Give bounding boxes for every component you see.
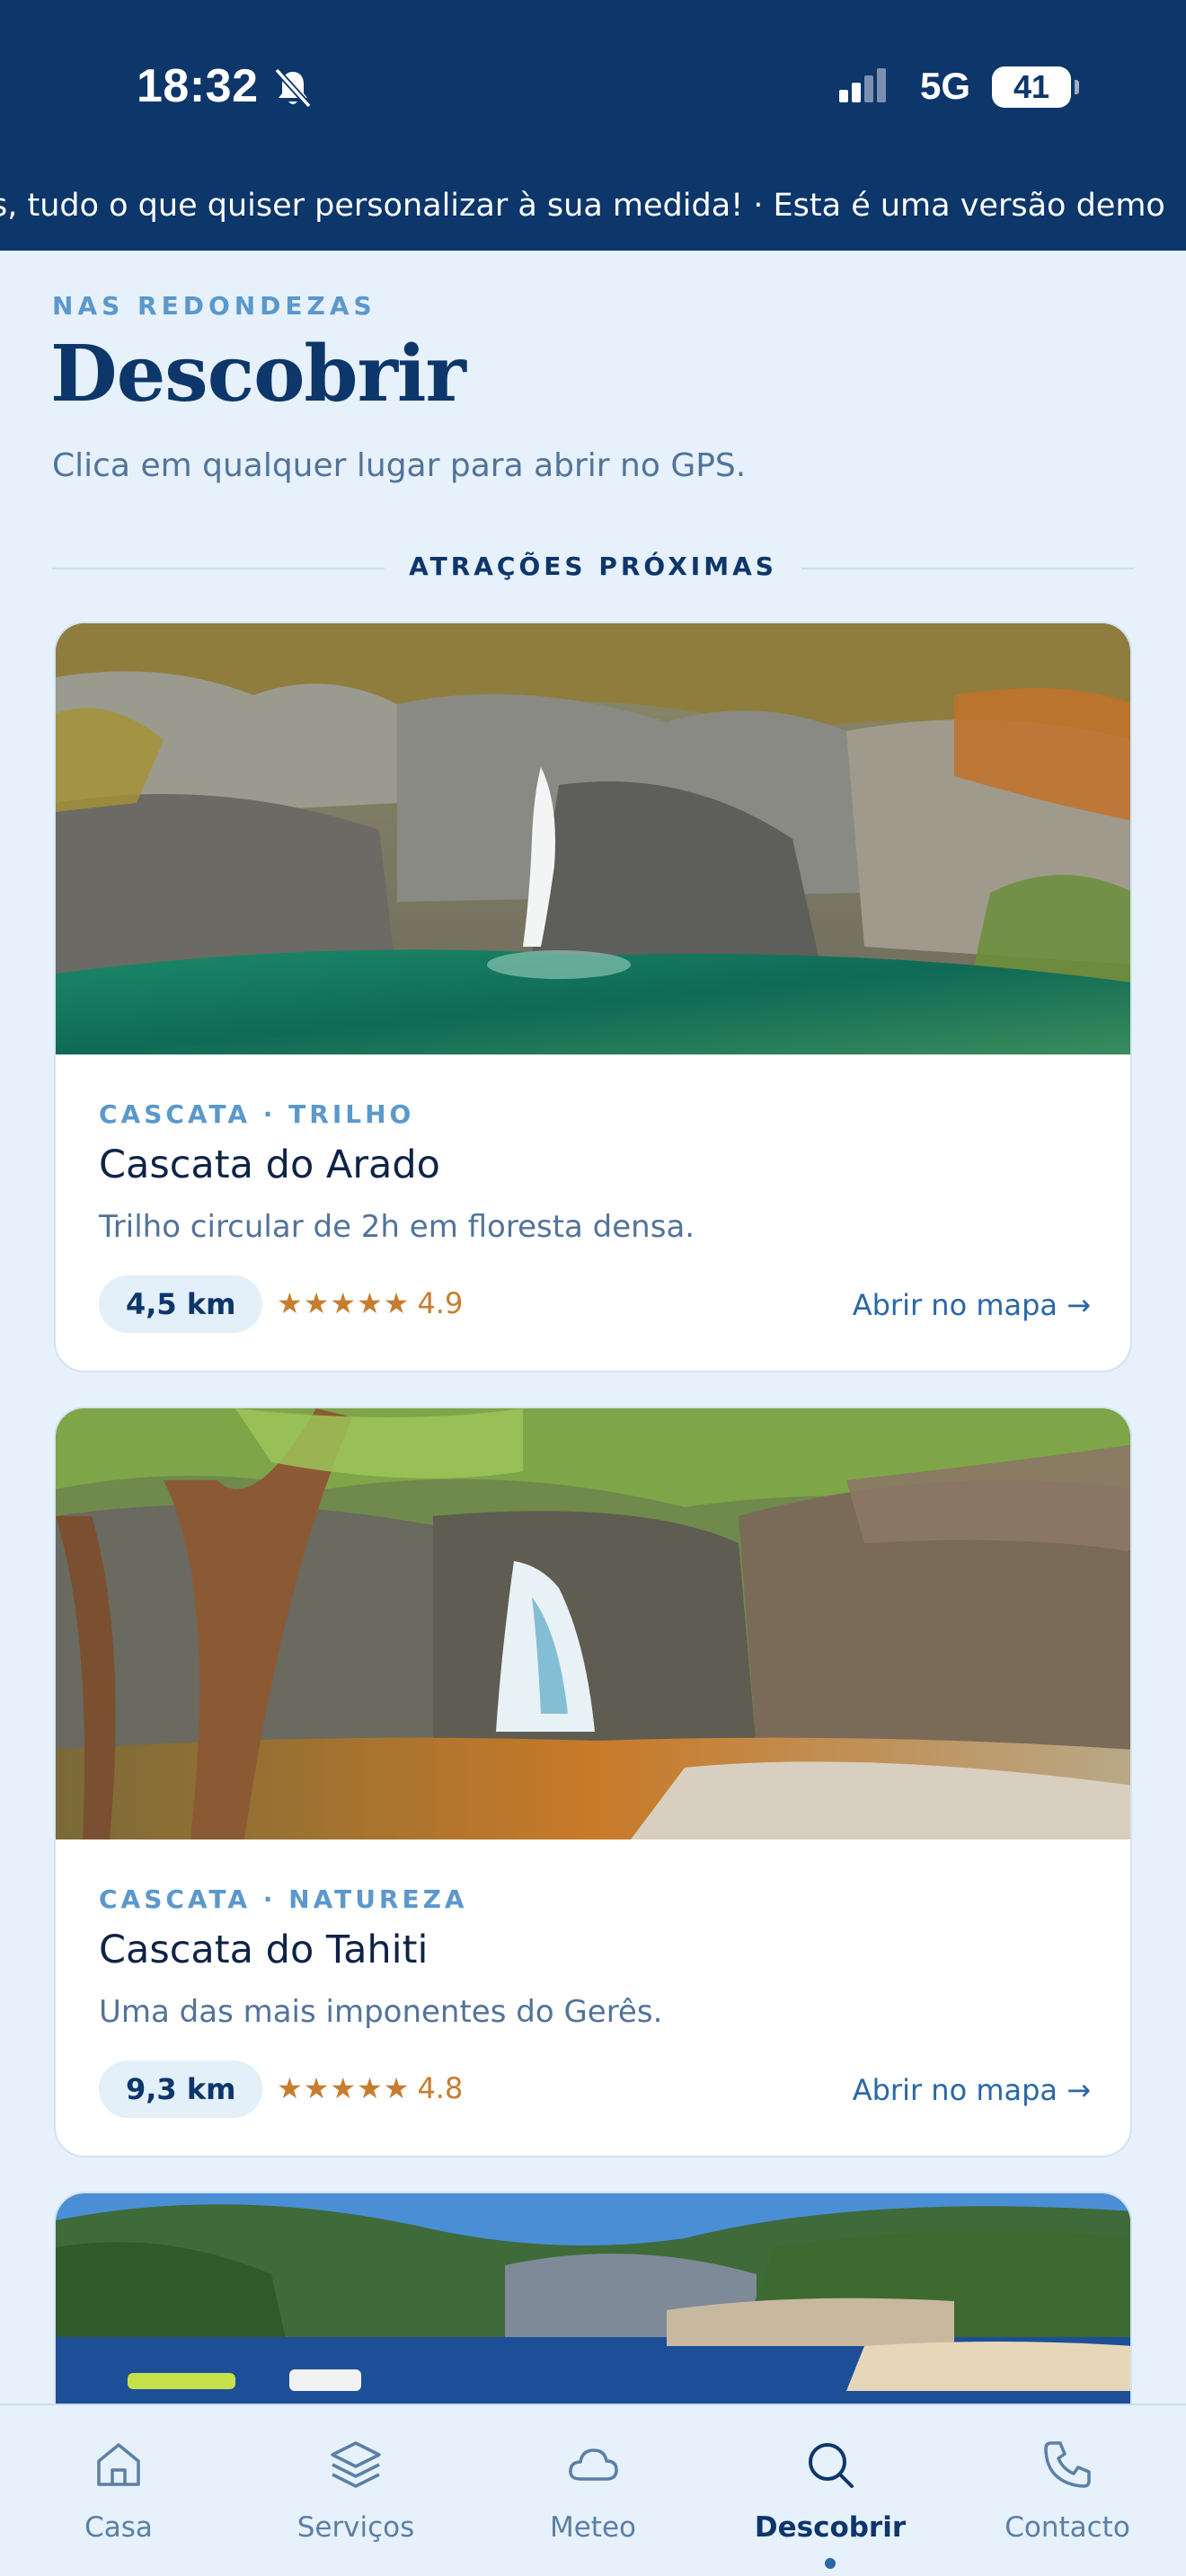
card-title: Cascata do Arado	[99, 1142, 440, 1187]
attraction-card[interactable]: CASCATA · TRILHO Cascata do Arado Trilho…	[54, 622, 1132, 1372]
divider-line	[801, 568, 1134, 569]
promo-banner: s, tudo o que quiser personalizar à sua …	[0, 184, 1186, 234]
open-map-link[interactable]: Abrir no mapa →	[853, 2073, 1091, 2107]
section-divider: ATRAÇÕES PRÓXIMAS	[52, 548, 1134, 587]
status-time: 18:32	[137, 60, 259, 112]
card-body: CASCATA · TRILHO Cascata do Arado Trilho…	[56, 1054, 1130, 1371]
top-header: 18:32 5G 41 s, tudo o que quiser persona…	[0, 0, 1186, 251]
page-title: Descobrir	[50, 329, 466, 419]
nav-item-casa[interactable]: Casa	[0, 2405, 237, 2576]
nav-label: Descobrir	[754, 2511, 907, 2544]
nav-item-descobrir[interactable]: Descobrir	[712, 2405, 949, 2576]
nav-label: Contacto	[1005, 2511, 1130, 2544]
nav-item-servicos[interactable]: Serviços	[237, 2405, 474, 2576]
card-title: Cascata do Tahiti	[99, 1928, 429, 1972]
open-map-link[interactable]: Abrir no mapa →	[853, 1288, 1091, 1322]
bottom-nav: Casa Serviços Meteo Descobrir Contacto	[0, 2404, 1186, 2576]
waterfall-photo	[56, 1408, 1130, 1839]
star-rating: ★★★★★ 4.8	[277, 2071, 463, 2105]
section-eyebrow: NAS REDONDEZAS	[52, 291, 376, 321]
cloud-icon	[569, 2448, 618, 2481]
nav-label: Serviços	[296, 2511, 415, 2544]
star-rating: ★★★★★ 4.9	[277, 1286, 463, 1320]
page-subtitle: Clica em qualquer lugar para abrir no GP…	[52, 447, 747, 484]
network-label: 5G	[920, 65, 971, 107]
nav-label: Meteo	[549, 2511, 636, 2544]
bell-muted-icon	[274, 67, 312, 109]
attraction-card[interactable]: CASCATA · NATUREZA Cascata do Tahiti Uma…	[54, 1407, 1132, 2157]
card-category: CASCATA · NATUREZA	[99, 1884, 468, 1914]
card-category: CASCATA · TRILHO	[99, 1099, 415, 1129]
search-icon	[809, 2443, 854, 2488]
distance-badge: 4,5 km	[99, 1275, 263, 1333]
promo-banner-text: s, tudo o que quiser personalizar à sua …	[0, 188, 1165, 224]
card-description: Uma das mais imponentes do Gerês.	[99, 1994, 663, 2030]
section-label: ATRAÇÕES PRÓXIMAS	[409, 551, 777, 581]
nav-item-meteo[interactable]: Meteo	[474, 2405, 712, 2576]
rating-value: 4.9	[417, 1286, 464, 1320]
waterfall-photo	[56, 623, 1130, 1054]
nav-label: Casa	[84, 2511, 153, 2544]
rating-value: 4.8	[417, 2071, 464, 2105]
layers-icon	[331, 2441, 381, 2488]
nav-item-contacto[interactable]: Contacto	[949, 2405, 1186, 2576]
active-indicator-dot	[825, 2558, 836, 2569]
card-body: CASCATA · NATUREZA Cascata do Tahiti Uma…	[56, 1839, 1130, 2156]
battery-indicator: 41	[992, 66, 1079, 108]
signal-icon	[839, 68, 886, 102]
card-description: Trilho circular de 2h em floresta densa.	[99, 1209, 695, 1245]
distance-badge: 9,3 km	[99, 2060, 263, 2118]
stars-icon: ★★★★★	[277, 1286, 411, 1320]
stars-icon: ★★★★★	[277, 2071, 411, 2105]
phone-icon	[1044, 2441, 1091, 2488]
home-icon	[97, 2443, 140, 2486]
